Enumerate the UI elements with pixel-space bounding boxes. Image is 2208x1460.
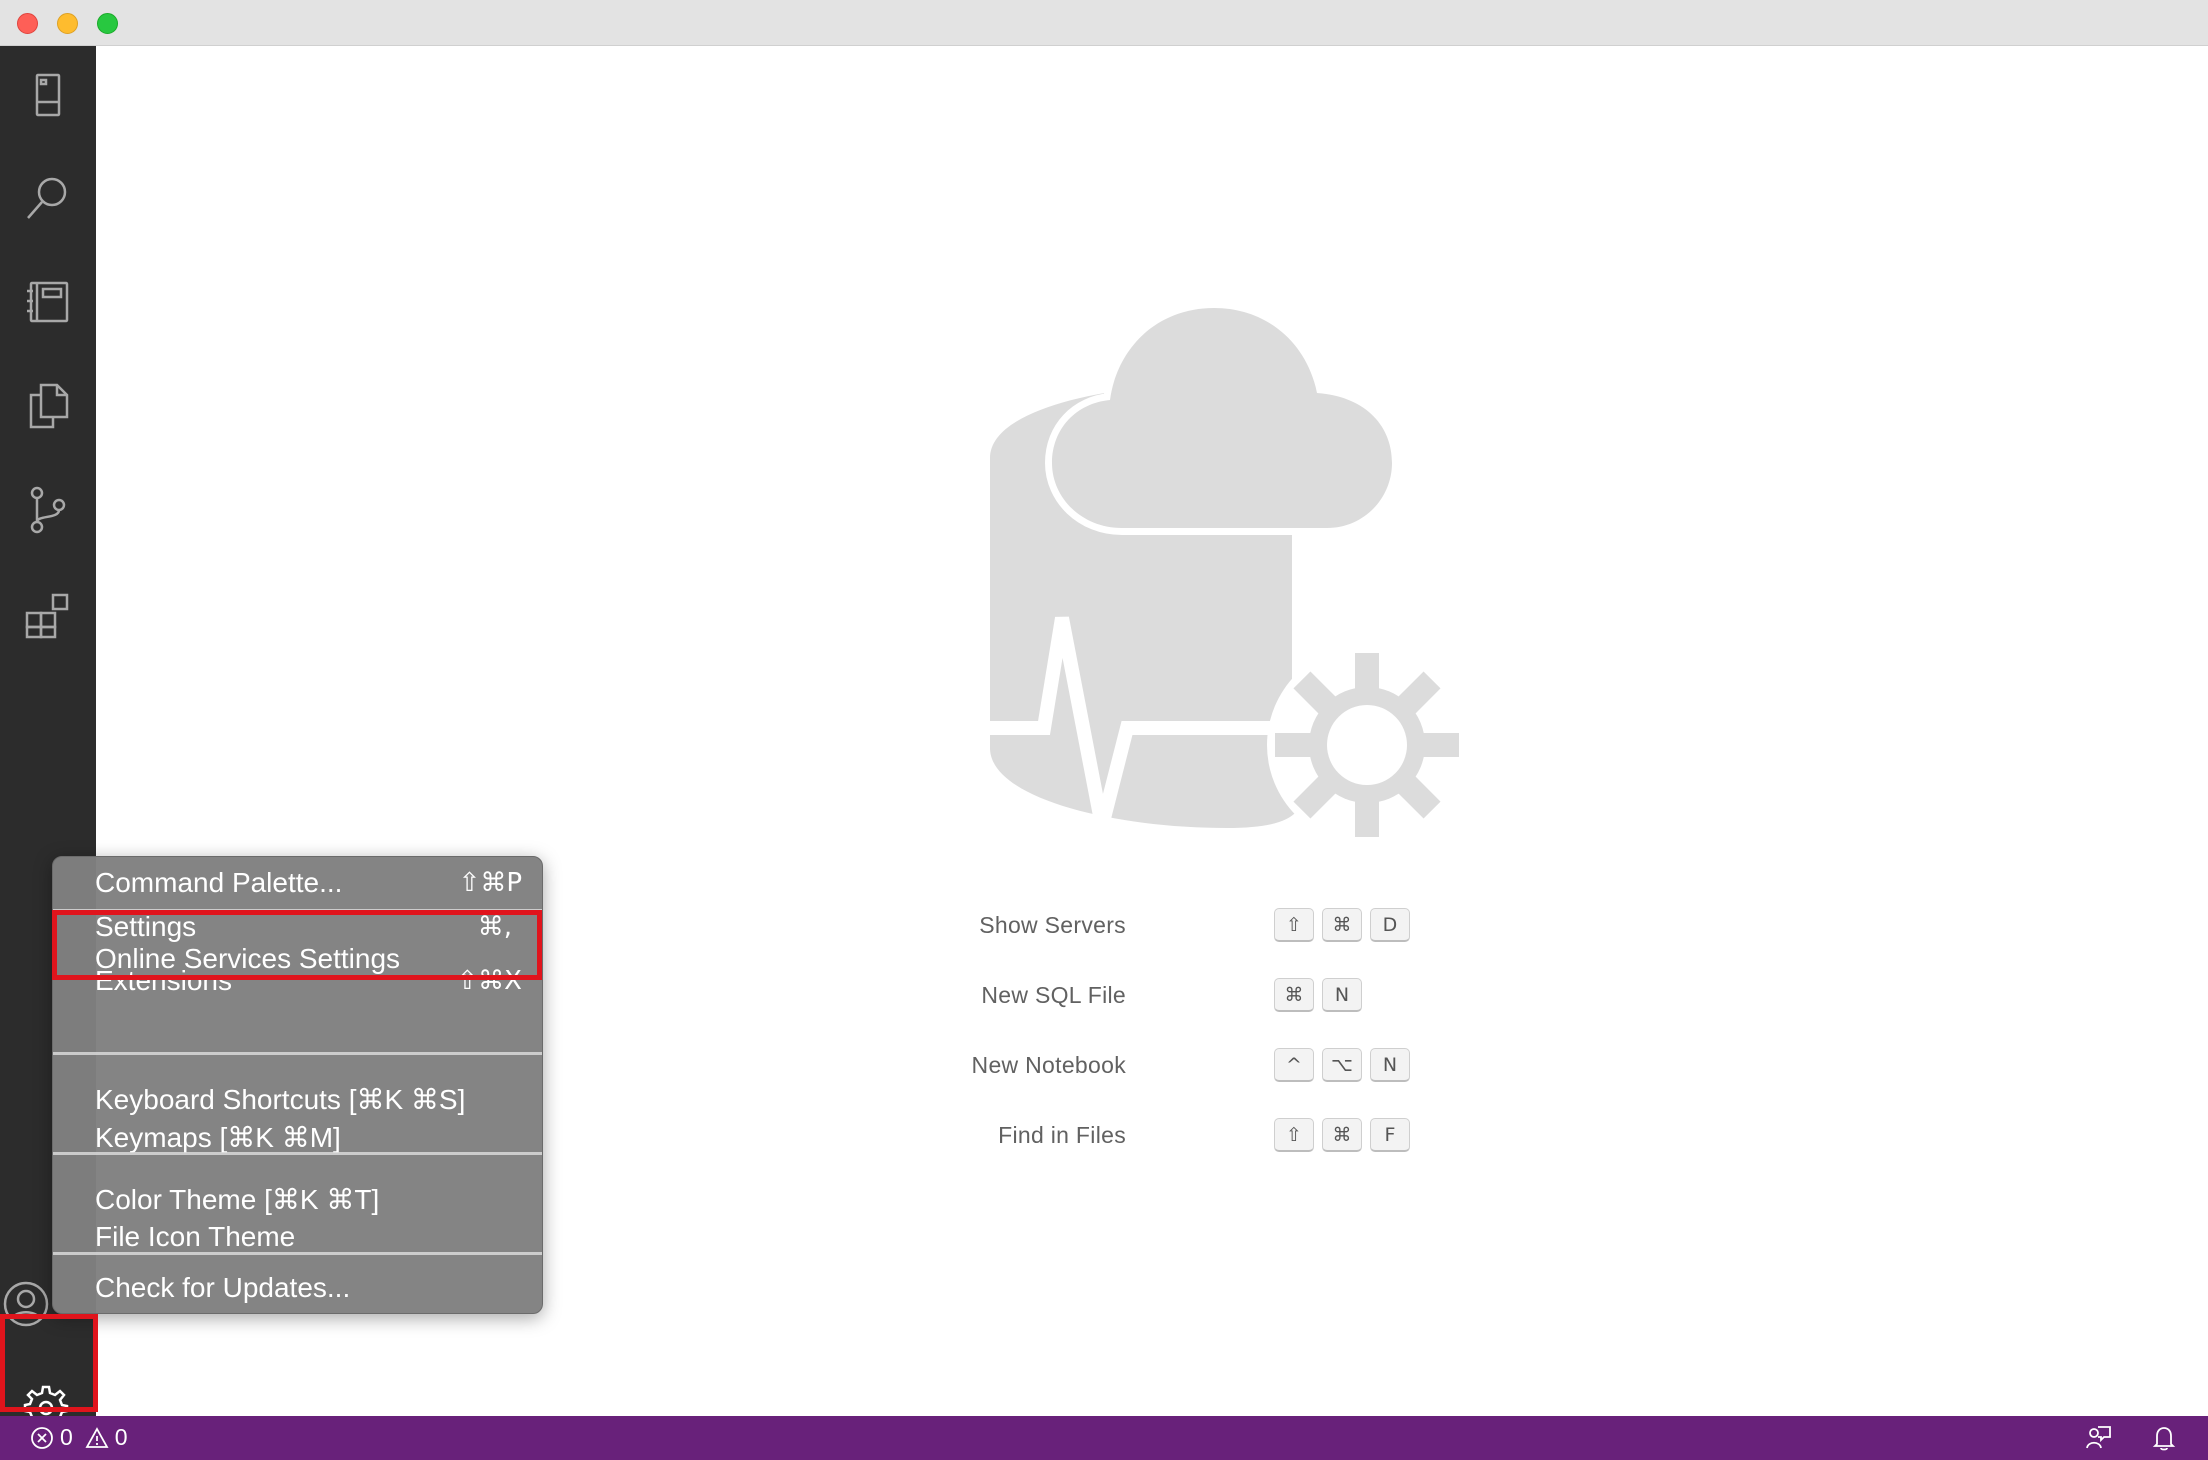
activity-connections[interactable] bbox=[0, 48, 96, 144]
menu-shortcut: ⇧⌘P bbox=[458, 868, 522, 898]
extensions-icon bbox=[25, 593, 69, 639]
status-bar: 0 0 bbox=[0, 1416, 2208, 1460]
error-icon bbox=[31, 1426, 53, 1449]
menu-item-command-palette[interactable]: Command Palette... bbox=[95, 867, 342, 899]
azure-data-studio-logo bbox=[982, 308, 1467, 845]
key-cap: ⌘ bbox=[1274, 978, 1314, 1012]
key-cap: ^ bbox=[1274, 1048, 1314, 1082]
menu-item-check-for-updates[interactable]: Check for Updates... bbox=[95, 1272, 350, 1304]
menu-item-file-icon-theme[interactable]: File Icon Theme bbox=[95, 1221, 295, 1253]
close-window-button[interactable] bbox=[17, 13, 38, 34]
menu-item-color-theme[interactable]: Color Theme [⌘K ⌘T] bbox=[95, 1183, 379, 1216]
hint-new-sql-file[interactable]: New SQL File ⌘ N bbox=[976, 976, 1576, 1016]
menu-separator bbox=[53, 1252, 542, 1255]
hint-show-servers[interactable]: Show Servers ⇧ ⌘ D bbox=[976, 906, 1576, 946]
hint-label: New SQL File bbox=[981, 982, 1126, 1008]
activity-extensions[interactable] bbox=[0, 566, 96, 662]
activity-search[interactable] bbox=[0, 150, 96, 246]
warning-count: 0 bbox=[114, 1424, 128, 1450]
menu-item-keyboard-shortcuts[interactable]: Keyboard Shortcuts [⌘K ⌘S] bbox=[95, 1083, 465, 1116]
hint-label: New Notebook bbox=[971, 1052, 1126, 1078]
zoom-window-button[interactable] bbox=[97, 13, 118, 34]
notifications-bell-icon[interactable] bbox=[2150, 1424, 2178, 1452]
settings-highlight-box bbox=[52, 910, 542, 980]
key-cap: ⌘ bbox=[1322, 908, 1362, 942]
key-cap: ⌥ bbox=[1322, 1048, 1362, 1082]
title-bar bbox=[0, 0, 2208, 46]
activity-source-control[interactable] bbox=[0, 462, 96, 558]
key-cap: N bbox=[1370, 1048, 1410, 1082]
key-cap: ⇧ bbox=[1274, 908, 1314, 942]
error-count: 0 bbox=[60, 1424, 73, 1450]
menu-separator bbox=[53, 1152, 542, 1155]
key-cap: ⇧ bbox=[1274, 1118, 1314, 1152]
hint-new-notebook[interactable]: New Notebook ^ ⌥ N bbox=[972, 1046, 1576, 1086]
menu-separator bbox=[53, 1052, 542, 1055]
feedback-icon[interactable] bbox=[2084, 1424, 2112, 1452]
files-icon bbox=[29, 383, 69, 429]
key-cap: F bbox=[1370, 1118, 1410, 1152]
key-cap: ⌘ bbox=[1322, 1118, 1362, 1152]
key-cap: D bbox=[1370, 908, 1410, 942]
hint-label: Find in Files bbox=[998, 1122, 1126, 1148]
hint-find-in-files[interactable]: Find in Files ⇧ ⌘ F bbox=[976, 1116, 1576, 1156]
search-icon bbox=[27, 177, 67, 219]
notebook-icon bbox=[27, 281, 69, 323]
warning-icon bbox=[85, 1426, 109, 1448]
source-control-icon bbox=[30, 486, 66, 534]
hint-label: Show Servers bbox=[979, 912, 1126, 938]
minimize-window-button[interactable] bbox=[57, 13, 78, 34]
server-icon bbox=[35, 73, 61, 117]
key-cap: N bbox=[1322, 978, 1362, 1012]
activity-explorer[interactable] bbox=[0, 358, 96, 454]
problems-indicator[interactable]: 0 0 bbox=[30, 1424, 128, 1451]
activity-notebooks[interactable] bbox=[0, 254, 96, 350]
manage-gear-highlight-box bbox=[0, 1314, 98, 1412]
menu-item-keymaps[interactable]: Keymaps [⌘K ⌘M] bbox=[95, 1121, 341, 1154]
